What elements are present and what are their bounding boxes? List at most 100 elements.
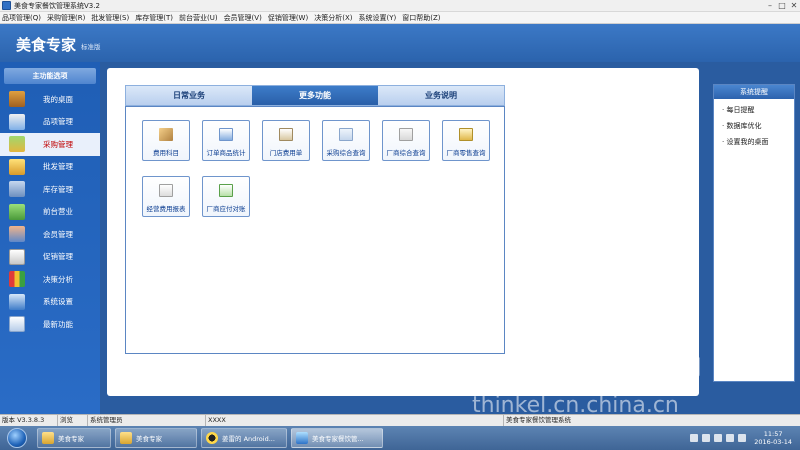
task-label: 美食专家餐饮管... xyxy=(312,435,364,443)
sidebar-item-label: 决策分析 xyxy=(43,274,73,284)
front-desk-icon xyxy=(9,203,25,220)
taskbar: 美食专家 美食专家 姜雷的 Android... 美食专家餐饮管... xyxy=(0,426,800,450)
tile-label: 订单商品统计 xyxy=(206,149,246,157)
tile-vendor-retail[interactable]: 厂商零售查询 xyxy=(442,120,490,161)
tile-label: 费用科目 xyxy=(153,149,179,157)
sidebar-item-purchase[interactable]: 采购管理 xyxy=(0,133,100,156)
member-icon xyxy=(9,226,25,243)
sidebar-item-front-desk[interactable]: 前台营业 xyxy=(0,201,100,224)
sidebar-item-label: 最新功能 xyxy=(43,319,73,329)
folder-icon xyxy=(42,432,54,444)
function-tiles-panel: 费用科目 订单商品统计 门店费用单 采购综合查询 厂商综合查询 厂商零售查询 经… xyxy=(125,106,505,354)
header-banner: 美食专家 标准版 xyxy=(0,24,800,62)
settings-icon xyxy=(9,293,25,310)
sidebar-item-label: 我的桌面 xyxy=(43,94,73,104)
menu-front-desk[interactable]: 前台营业(U) xyxy=(179,13,218,23)
tile-purchase-query[interactable]: 采购综合查询 xyxy=(322,120,370,161)
sidebar-item-decision[interactable]: 决策分析 xyxy=(0,268,100,291)
sidebar-item-label: 促销管理 xyxy=(43,252,73,262)
start-button-icon[interactable] xyxy=(7,428,27,448)
sidebar-item-settings[interactable]: 系统设置 xyxy=(0,291,100,314)
task-qq-chat[interactable]: 姜雷的 Android... xyxy=(201,428,287,448)
system-reminder-panel: 系统提醒 · 每日提醒 · 数据库优化 · 设置我的桌面 xyxy=(713,84,795,382)
window-title: 美食专家餐饮管理系统V3.2 xyxy=(14,1,100,10)
reminder-title: 系统提醒 xyxy=(714,85,794,99)
tab-business-notes[interactable]: 业务说明 xyxy=(378,86,504,105)
reminder-daily[interactable]: · 每日提醒 xyxy=(722,105,794,115)
status-app-name: 美食专家餐饮管理系统 xyxy=(506,415,571,424)
task-folder-1[interactable]: 美食专家 xyxy=(37,428,111,448)
sidebar-item-label: 品项管理 xyxy=(43,117,73,127)
cost-item-icon xyxy=(159,128,173,141)
tray-security-icon[interactable] xyxy=(702,434,711,442)
status-version: 版本 V3.3.8.3 xyxy=(0,414,58,427)
tab-daily-business[interactable]: 日常业务 xyxy=(126,86,252,105)
task-label: 姜雷的 Android... xyxy=(222,435,275,443)
status-code: XXXX xyxy=(206,414,504,427)
promotion-icon xyxy=(9,248,25,265)
sidebar-item-label: 系统设置 xyxy=(43,297,73,307)
reminder-set-desktop[interactable]: · 设置我的桌面 xyxy=(722,137,794,147)
reminder-db-optimize[interactable]: · 数据库优化 xyxy=(722,121,794,131)
menu-member[interactable]: 会员管理(V) xyxy=(224,13,262,23)
tile-vendor-query[interactable]: 厂商综合查询 xyxy=(382,120,430,161)
clock-date: 2016-03-14 xyxy=(754,438,792,446)
sidebar-item-promotion[interactable]: 促销管理 xyxy=(0,246,100,269)
tile-label: 门店费用单 xyxy=(269,149,303,157)
clock[interactable]: 11:57 2016-03-14 xyxy=(754,430,792,446)
tray-network-icon[interactable] xyxy=(726,434,735,442)
task-label: 美食专家 xyxy=(136,435,162,443)
brand-name: 美食专家 xyxy=(16,36,77,54)
task-folder-2[interactable]: 美食专家 xyxy=(115,428,197,448)
menu-wholesale[interactable]: 批发管理(S) xyxy=(91,13,129,23)
wholesale-icon xyxy=(9,158,25,175)
menu-purchase[interactable]: 采购管理(R) xyxy=(47,13,85,23)
maximize-button[interactable]: □ xyxy=(776,0,788,12)
menu-product[interactable]: 品项管理(Q) xyxy=(2,13,41,23)
sidebar-item-label: 库存管理 xyxy=(43,184,73,194)
purchase-icon xyxy=(9,136,25,153)
sidebar-item-member[interactable]: 会员管理 xyxy=(0,223,100,246)
decision-chart-icon xyxy=(9,271,25,288)
tile-label: 厂商零售查询 xyxy=(446,149,486,157)
clock-time: 11:57 xyxy=(763,430,783,438)
tile-cost-item[interactable]: 费用科目 xyxy=(142,120,190,161)
tray-flag-icon[interactable] xyxy=(690,434,699,442)
sidebar-item-wholesale[interactable]: 批发管理 xyxy=(0,156,100,179)
task-app-window[interactable]: 美食专家餐饮管... xyxy=(291,428,383,448)
sidebar-item-label: 会员管理 xyxy=(43,229,73,239)
menu-settings[interactable]: 系统设置(Y) xyxy=(358,13,396,23)
status-mode: 浏览 xyxy=(58,414,88,427)
menu-window-help[interactable]: 窗口帮助(Z) xyxy=(402,13,440,23)
close-button[interactable]: ✕ xyxy=(788,0,800,12)
app-icon xyxy=(2,1,11,10)
status-user: 系统管理员 xyxy=(88,414,206,427)
tile-vendor-payable[interactable]: 厂商应付对账 xyxy=(202,176,250,217)
menu-stock[interactable]: 库存管理(T) xyxy=(135,13,173,23)
monitor-icon xyxy=(296,432,308,444)
order-stats-icon xyxy=(219,128,233,141)
tray-volume-icon[interactable] xyxy=(738,434,747,442)
sidebar-item-desktop[interactable]: 我的桌面 xyxy=(0,88,100,111)
menu-promotion[interactable]: 促销管理(W) xyxy=(268,13,308,23)
sidebar-title: 主功能选项 xyxy=(4,68,96,84)
sidebar-item-new-features[interactable]: 最新功能 xyxy=(0,313,100,336)
menu-bar: 品项管理(Q) 采购管理(R) 批发管理(S) 库存管理(T) 前台营业(U) … xyxy=(0,12,800,24)
tile-label: 厂商应付对账 xyxy=(206,205,246,213)
sidebar-item-label: 前台营业 xyxy=(43,207,73,217)
tab-more-functions[interactable]: 更多功能 xyxy=(252,86,378,105)
vendor-payable-icon xyxy=(219,184,233,197)
vendor-retail-icon xyxy=(459,128,473,141)
stock-icon xyxy=(9,181,25,198)
tile-store-expense[interactable]: 门店费用单 xyxy=(262,120,310,161)
sidebar-item-stock[interactable]: 库存管理 xyxy=(0,178,100,201)
sidebar-item-product[interactable]: 品项管理 xyxy=(0,111,100,134)
vendor-query-icon xyxy=(399,128,413,141)
store-expense-icon xyxy=(279,128,293,141)
minimize-button[interactable]: – xyxy=(764,0,776,12)
sidebar-item-label: 采购管理 xyxy=(43,139,73,149)
tile-order-stats[interactable]: 订单商品统计 xyxy=(202,120,250,161)
menu-decision[interactable]: 决策分析(X) xyxy=(314,13,352,23)
tray-device-icon[interactable] xyxy=(714,434,723,442)
tile-operating-expense[interactable]: 经营费用报表 xyxy=(142,176,190,217)
